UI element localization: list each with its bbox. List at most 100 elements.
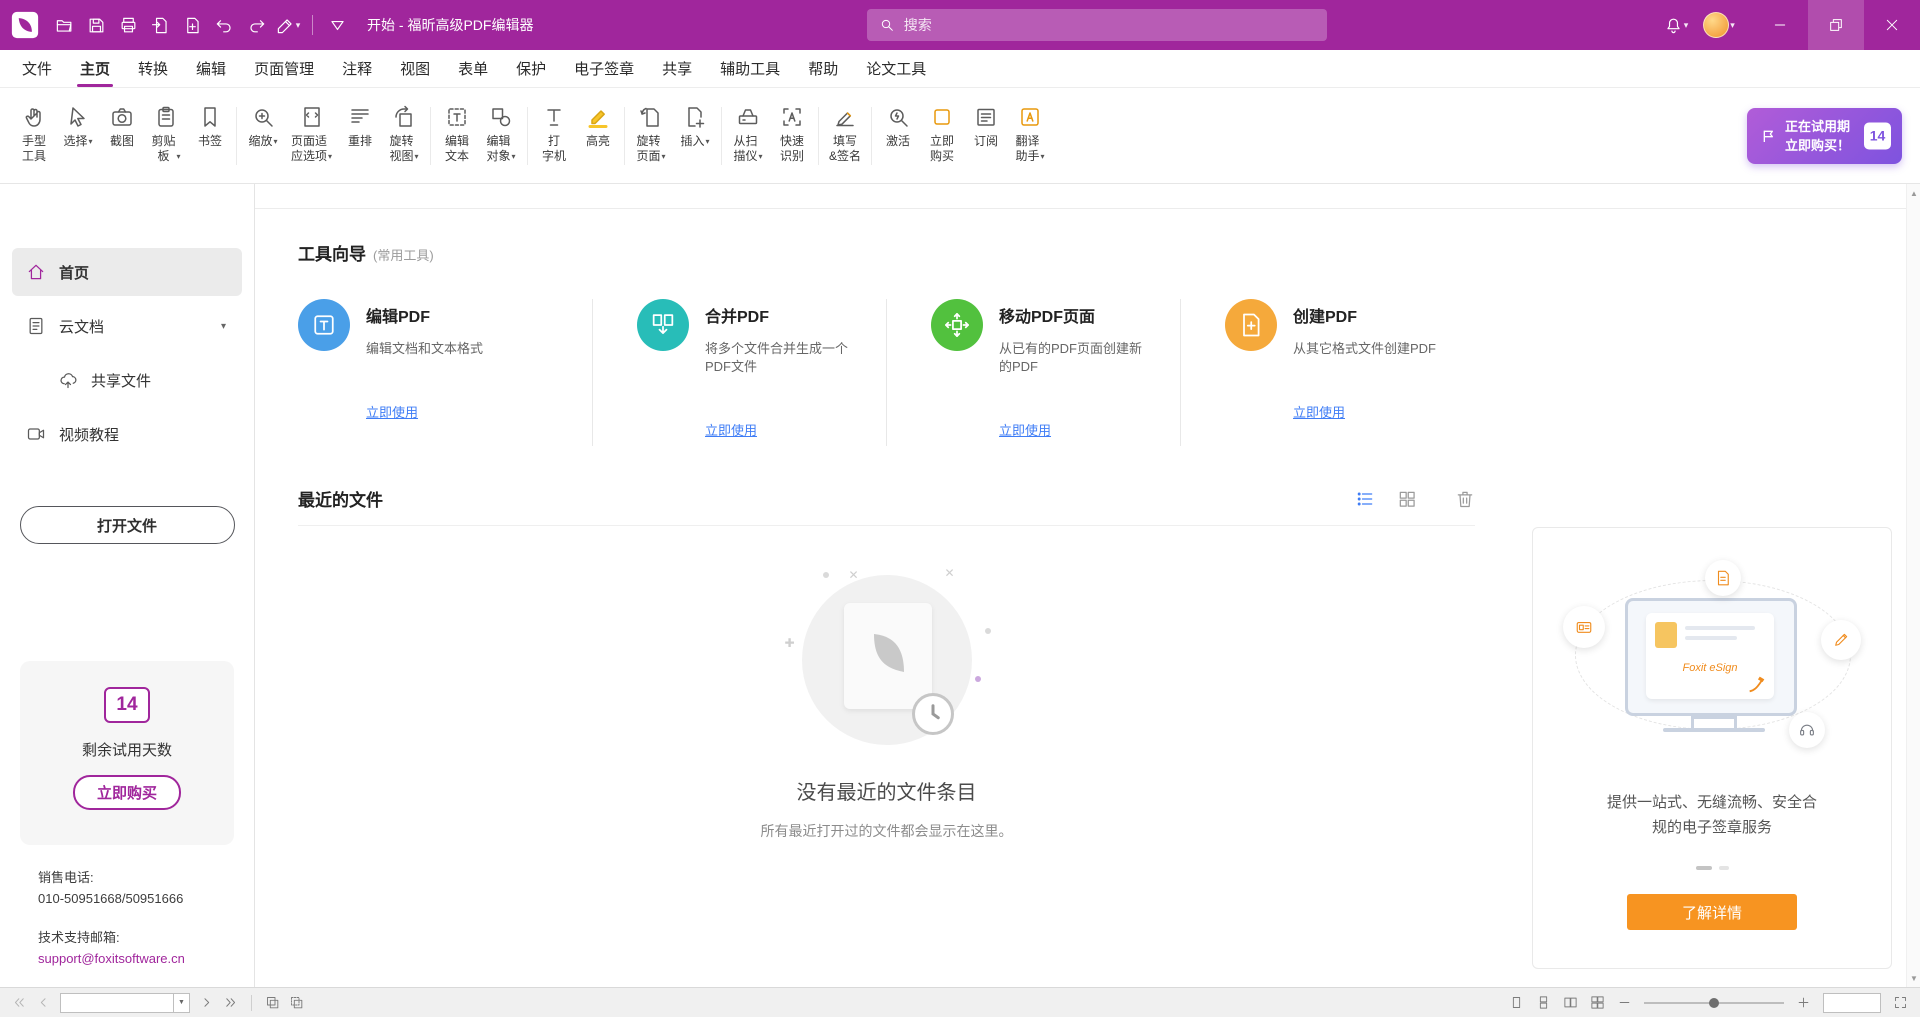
ribbon-hand-tool-button[interactable]: 手型 工具: [12, 93, 56, 179]
ribbon-fill-sign-button[interactable]: 填写 &签名: [823, 93, 867, 179]
export-button[interactable]: [145, 10, 175, 40]
ribbon-reflow-button[interactable]: 重排: [338, 93, 382, 179]
restore-button[interactable]: [1808, 0, 1864, 50]
ribbon-edit-text-button[interactable]: 编辑 文本: [435, 93, 479, 179]
ribbon-item-label: 缩放: [248, 134, 272, 149]
ribbon-highlight-button[interactable]: 高亮: [576, 93, 620, 179]
menu-tab-paper-tools[interactable]: 论文工具: [852, 50, 940, 87]
single-page-view-button[interactable]: [1509, 995, 1524, 1010]
zoom-in-button[interactable]: [1796, 995, 1811, 1010]
divider: [871, 107, 872, 165]
carousel-dot[interactable]: [1719, 866, 1729, 870]
menu-tab-form[interactable]: 表单: [444, 50, 502, 87]
undo-button[interactable]: [209, 10, 239, 40]
zoom-slider-thumb[interactable]: [1709, 998, 1719, 1008]
menu-tab-home[interactable]: 主页: [66, 50, 124, 87]
duplicate-pages-button[interactable]: [289, 995, 304, 1010]
foxit-logo[interactable]: [10, 10, 40, 40]
list-view-button[interactable]: [1355, 489, 1375, 509]
trial-banner-button[interactable]: 正在试用期 立即购买！ 14: [1747, 108, 1902, 164]
document-placeholder: [844, 603, 932, 709]
zoom-value-input[interactable]: [1824, 994, 1880, 1012]
use-now-link-edit-pdf[interactable]: 立即使用: [366, 402, 418, 421]
ribbon-clipboard-button[interactable]: 剪贴 板▾: [144, 93, 188, 179]
menu-tab-accessibility[interactable]: 辅助工具: [706, 50, 794, 87]
ribbon-item-label: 从扫 描仪: [734, 134, 758, 164]
scroll-down-icon[interactable]: ▼: [1907, 971, 1920, 985]
account-button[interactable]: ▾: [1697, 10, 1741, 40]
search-box[interactable]: 搜索: [867, 9, 1327, 41]
menu-tab-file[interactable]: 文件: [8, 50, 66, 87]
learn-more-button[interactable]: 了解详情: [1627, 894, 1797, 930]
ribbon-rotate-view-button[interactable]: 旋转 视图▾: [382, 93, 426, 179]
esign-pen-button[interactable]: ▾: [273, 10, 303, 40]
sidebar-item-shared-files[interactable]: 共享文件: [12, 356, 242, 404]
clear-recent-button[interactable]: [1455, 489, 1475, 509]
ribbon-from-scanner-button[interactable]: 从扫 描仪▾: [726, 93, 770, 179]
collapse-button[interactable]: [322, 10, 352, 40]
minimize-button[interactable]: [1752, 0, 1808, 50]
menu-tab-esign[interactable]: 电子签章: [560, 50, 648, 87]
use-now-link-move-pdf-pages[interactable]: 立即使用: [999, 420, 1051, 439]
ribbon-select-button[interactable]: 选择▾: [56, 93, 100, 179]
zoom-out-button[interactable]: [1617, 995, 1632, 1010]
ribbon-buy-now-button[interactable]: 立即 购买: [920, 93, 964, 179]
divider: [430, 107, 431, 165]
sidebar-item-cloud-docs[interactable]: 云文档▾: [12, 302, 242, 350]
ribbon-typewriter-button[interactable]: 打 字机: [532, 93, 576, 179]
use-now-link-create-pdf[interactable]: 立即使用: [1293, 402, 1345, 421]
ribbon-rotate-page-button[interactable]: 旋转 页面▾: [629, 93, 673, 179]
buy-now-button[interactable]: 立即购买: [73, 775, 181, 810]
print-button[interactable]: [113, 10, 143, 40]
ribbon-activate-button[interactable]: 激活: [876, 93, 920, 179]
contact-info: 销售电话: 010-50951668/50951666 技术支持邮箱: supp…: [38, 867, 185, 969]
close-button[interactable]: [1864, 0, 1920, 50]
sidebar-item-video-tutorials[interactable]: 视频教程: [12, 410, 242, 458]
scroll-up-icon[interactable]: ▲: [1907, 186, 1920, 200]
ribbon-page-fit-button[interactable]: 页面适 应选项▾: [285, 93, 338, 179]
ribbon-edit-object-button[interactable]: 编辑 对象▾: [479, 93, 523, 179]
menu-tab-view[interactable]: 视图: [386, 50, 444, 87]
support-email-link[interactable]: support@foxitsoftware.cn: [38, 948, 185, 969]
ribbon-subscribe-button[interactable]: 订阅: [964, 93, 1008, 179]
facing-view-button[interactable]: [1563, 995, 1578, 1010]
menu-tab-convert[interactable]: 转换: [124, 50, 182, 87]
page-dropdown-button[interactable]: ▼: [173, 994, 189, 1012]
menu-tab-help[interactable]: 帮助: [794, 50, 852, 87]
ribbon-zoom-button[interactable]: 缩放▾: [241, 93, 285, 179]
trial-days-badge: 14: [1864, 122, 1891, 149]
open-file-button[interactable]: 打开文件: [20, 506, 235, 544]
notifications-button[interactable]: ▾: [1661, 10, 1691, 40]
open-folder-button[interactable]: [49, 10, 79, 40]
ribbon-quick-ocr-button[interactable]: 快速 识别: [770, 93, 814, 179]
use-now-link-combine-pdf[interactable]: 立即使用: [705, 420, 757, 439]
create-doc-button[interactable]: [177, 10, 207, 40]
first-page-button[interactable]: [12, 995, 27, 1010]
vertical-scrollbar[interactable]: ▲ ▼: [1906, 184, 1920, 987]
menu-tab-page-manage[interactable]: 页面管理: [240, 50, 328, 87]
ribbon-bookmark-button[interactable]: 书签: [188, 93, 232, 179]
menu-tab-protect[interactable]: 保护: [502, 50, 560, 87]
zoom-slider[interactable]: [1644, 1002, 1784, 1004]
grid-view-button[interactable]: [1397, 489, 1417, 509]
create-doc-icon: [183, 16, 202, 35]
next-page-button[interactable]: [199, 995, 214, 1010]
redo-button[interactable]: [241, 10, 271, 40]
save-button[interactable]: [81, 10, 111, 40]
sidebar-item-home[interactable]: 首页: [12, 248, 242, 296]
last-page-button[interactable]: [223, 995, 238, 1010]
continuous-view-button[interactable]: [1536, 995, 1551, 1010]
menu-tab-share[interactable]: 共享: [648, 50, 706, 87]
ribbon-insert-button[interactable]: 插入▾: [673, 93, 717, 179]
carousel-dot-active[interactable]: [1696, 866, 1712, 870]
facing-continuous-view-button[interactable]: [1590, 995, 1605, 1010]
ribbon-snapshot-button[interactable]: 截图: [100, 93, 144, 179]
menu-tab-comment[interactable]: 注释: [328, 50, 386, 87]
menu-tab-edit[interactable]: 编辑: [182, 50, 240, 87]
page-number-input[interactable]: [61, 994, 173, 1012]
ribbon-item-label: 选择: [63, 134, 87, 149]
fullscreen-button[interactable]: [1893, 995, 1908, 1010]
prev-page-button[interactable]: [36, 995, 51, 1010]
ribbon-translate-assistant-button[interactable]: 翻译 助手▾: [1008, 93, 1052, 179]
snapshot-pages-button[interactable]: [265, 995, 280, 1010]
